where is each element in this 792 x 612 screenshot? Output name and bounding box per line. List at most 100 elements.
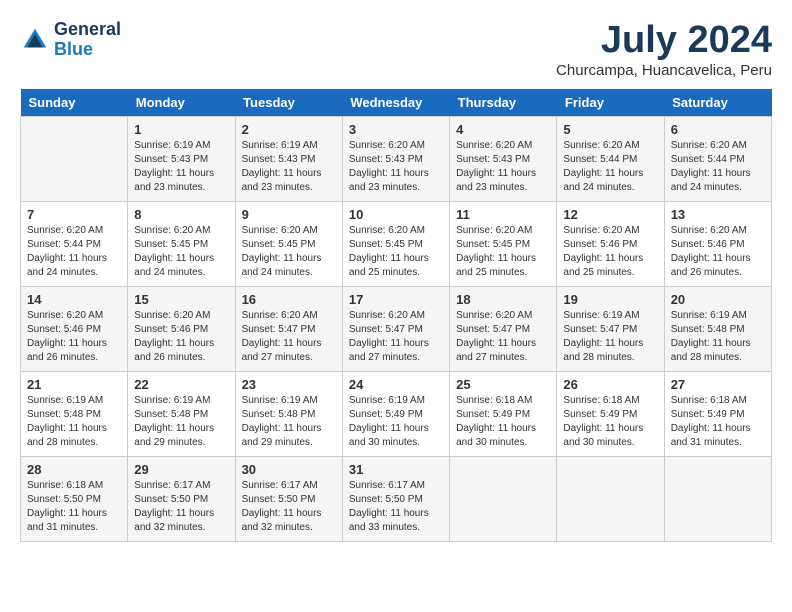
calendar-cell: 22 Sunrise: 6:19 AM Sunset: 5:48 PM Dayli… — [128, 371, 235, 456]
day-detail: Sunrise: 6:20 AM Sunset: 5:46 PM Dayligh… — [27, 309, 121, 365]
calendar-cell — [664, 456, 771, 541]
day-detail: Sunrise: 6:20 AM Sunset: 5:47 PM Dayligh… — [242, 309, 336, 365]
calendar-week-row: 1 Sunrise: 6:19 AM Sunset: 5:43 PM Daylig… — [21, 116, 772, 201]
day-detail: Sunrise: 6:20 AM Sunset: 5:43 PM Dayligh… — [456, 139, 550, 195]
day-number: 3 — [349, 122, 443, 137]
day-detail: Sunrise: 6:20 AM Sunset: 5:46 PM Dayligh… — [563, 224, 657, 280]
calendar-cell: 19Sunrise: 6:19 AM Sunset: 5:47 PM Dayli… — [557, 286, 664, 371]
day-number: 27 — [671, 377, 765, 392]
calendar-cell: 21 Sunrise: 6:19 AM Sunset: 5:48 PM Dayli… — [21, 371, 128, 456]
day-number: 18 — [456, 292, 550, 307]
day-number: 23 — [242, 377, 336, 392]
day-detail: Sunrise: 6:17 AM Sunset: 5:50 PM Dayligh… — [242, 479, 336, 535]
month-title: July 2024 — [556, 20, 772, 62]
calendar-cell: 20 Sunrise: 6:19 AM Sunset: 5:48 PM Dayli… — [664, 286, 771, 371]
calendar-cell — [21, 116, 128, 201]
day-detail: Sunrise: 6:19 AM Sunset: 5:43 PM Dayligh… — [134, 139, 228, 195]
day-detail: Sunrise: 6:20 AM Sunset: 5:45 PM Dayligh… — [349, 224, 443, 280]
calendar-cell: 23 Sunrise: 6:19 AM Sunset: 5:48 PM Dayli… — [235, 371, 342, 456]
day-detail: Sunrise: 6:20 AM Sunset: 5:45 PM Dayligh… — [456, 224, 550, 280]
calendar-cell: 4 Sunrise: 6:20 AM Sunset: 5:43 PM Daylig… — [450, 116, 557, 201]
day-detail: Sunrise: 6:17 AM Sunset: 5:50 PM Dayligh… — [134, 479, 228, 535]
calendar-cell: 11 Sunrise: 6:20 AM Sunset: 5:45 PM Dayli… — [450, 201, 557, 286]
day-number: 26 — [563, 377, 657, 392]
calendar-cell: 17Sunrise: 6:20 AM Sunset: 5:47 PM Dayli… — [342, 286, 449, 371]
day-number: 14 — [27, 292, 121, 307]
day-detail: Sunrise: 6:18 AM Sunset: 5:49 PM Dayligh… — [563, 394, 657, 450]
day-number: 20 — [671, 292, 765, 307]
day-number: 12 — [563, 207, 657, 222]
calendar-cell: 6Sunrise: 6:20 AM Sunset: 5:44 PM Daylig… — [664, 116, 771, 201]
weekday-header: Tuesday — [235, 89, 342, 117]
day-detail: Sunrise: 6:18 AM Sunset: 5:49 PM Dayligh… — [456, 394, 550, 450]
weekday-header: Sunday — [21, 89, 128, 117]
calendar-cell: 16 Sunrise: 6:20 AM Sunset: 5:47 PM Dayli… — [235, 286, 342, 371]
logo-line1: General — [54, 20, 121, 40]
page-header: General Blue July 2024 Churcampa, Huanca… — [20, 20, 772, 79]
day-number: 30 — [242, 462, 336, 477]
location: Churcampa, Huancavelica, Peru — [556, 62, 772, 79]
day-number: 15 — [134, 292, 228, 307]
day-number: 2 — [242, 122, 336, 137]
calendar-cell: 10 Sunrise: 6:20 AM Sunset: 5:45 PM Dayli… — [342, 201, 449, 286]
calendar-cell: 7 Sunrise: 6:20 AM Sunset: 5:44 PM Daylig… — [21, 201, 128, 286]
weekday-header-row: SundayMondayTuesdayWednesdayThursdayFrid… — [21, 89, 772, 117]
day-detail: Sunrise: 6:20 AM Sunset: 5:43 PM Dayligh… — [349, 139, 443, 195]
calendar-week-row: 14 Sunrise: 6:20 AM Sunset: 5:46 PM Dayli… — [21, 286, 772, 371]
day-number: 7 — [27, 207, 121, 222]
day-number: 10 — [349, 207, 443, 222]
weekday-header: Saturday — [664, 89, 771, 117]
day-number: 21 — [27, 377, 121, 392]
day-detail: Sunrise: 6:19 AM Sunset: 5:47 PM Dayligh… — [563, 309, 657, 365]
calendar-cell — [450, 456, 557, 541]
calendar-cell: 28 Sunrise: 6:18 AM Sunset: 5:50 PM Dayli… — [21, 456, 128, 541]
calendar-week-row: 28 Sunrise: 6:18 AM Sunset: 5:50 PM Dayli… — [21, 456, 772, 541]
calendar-cell: 24 Sunrise: 6:19 AM Sunset: 5:49 PM Dayli… — [342, 371, 449, 456]
calendar-cell: 14 Sunrise: 6:20 AM Sunset: 5:46 PM Dayli… — [21, 286, 128, 371]
day-number: 4 — [456, 122, 550, 137]
weekday-header: Wednesday — [342, 89, 449, 117]
calendar-cell: 2 Sunrise: 6:19 AM Sunset: 5:43 PM Daylig… — [235, 116, 342, 201]
day-number: 13 — [671, 207, 765, 222]
logo-text: General Blue — [54, 20, 121, 60]
calendar-week-row: 21 Sunrise: 6:19 AM Sunset: 5:48 PM Dayli… — [21, 371, 772, 456]
day-detail: Sunrise: 6:19 AM Sunset: 5:49 PM Dayligh… — [349, 394, 443, 450]
weekday-header: Monday — [128, 89, 235, 117]
calendar-cell: 8 Sunrise: 6:20 AM Sunset: 5:45 PM Daylig… — [128, 201, 235, 286]
day-number: 8 — [134, 207, 228, 222]
calendar-cell: 9Sunrise: 6:20 AM Sunset: 5:45 PM Daylig… — [235, 201, 342, 286]
day-detail: Sunrise: 6:20 AM Sunset: 5:47 PM Dayligh… — [456, 309, 550, 365]
logo: General Blue — [20, 20, 121, 60]
day-number: 1 — [134, 122, 228, 137]
weekday-header: Friday — [557, 89, 664, 117]
day-detail: Sunrise: 6:19 AM Sunset: 5:48 PM Dayligh… — [134, 394, 228, 450]
calendar-cell: 5Sunrise: 6:20 AM Sunset: 5:44 PM Daylig… — [557, 116, 664, 201]
day-detail: Sunrise: 6:19 AM Sunset: 5:48 PM Dayligh… — [242, 394, 336, 450]
day-number: 17 — [349, 292, 443, 307]
day-number: 31 — [349, 462, 443, 477]
day-number: 29 — [134, 462, 228, 477]
day-detail: Sunrise: 6:19 AM Sunset: 5:48 PM Dayligh… — [27, 394, 121, 450]
calendar-cell: 29 Sunrise: 6:17 AM Sunset: 5:50 PM Dayli… — [128, 456, 235, 541]
calendar-cell: 31 Sunrise: 6:17 AM Sunset: 5:50 PM Dayli… — [342, 456, 449, 541]
day-number: 28 — [27, 462, 121, 477]
logo-icon — [20, 25, 50, 55]
day-detail: Sunrise: 6:20 AM Sunset: 5:44 PM Dayligh… — [27, 224, 121, 280]
day-number: 22 — [134, 377, 228, 392]
day-detail: Sunrise: 6:18 AM Sunset: 5:50 PM Dayligh… — [27, 479, 121, 535]
calendar-week-row: 7 Sunrise: 6:20 AM Sunset: 5:44 PM Daylig… — [21, 201, 772, 286]
day-detail: Sunrise: 6:19 AM Sunset: 5:43 PM Dayligh… — [242, 139, 336, 195]
day-detail: Sunrise: 6:19 AM Sunset: 5:48 PM Dayligh… — [671, 309, 765, 365]
calendar-cell: 13Sunrise: 6:20 AM Sunset: 5:46 PM Dayli… — [664, 201, 771, 286]
day-number: 6 — [671, 122, 765, 137]
day-detail: Sunrise: 6:20 AM Sunset: 5:45 PM Dayligh… — [134, 224, 228, 280]
calendar-cell: 27Sunrise: 6:18 AM Sunset: 5:49 PM Dayli… — [664, 371, 771, 456]
calendar-cell: 26 Sunrise: 6:18 AM Sunset: 5:49 PM Dayli… — [557, 371, 664, 456]
calendar-cell: 12 Sunrise: 6:20 AM Sunset: 5:46 PM Dayli… — [557, 201, 664, 286]
day-number: 11 — [456, 207, 550, 222]
day-detail: Sunrise: 6:17 AM Sunset: 5:50 PM Dayligh… — [349, 479, 443, 535]
title-block: July 2024 Churcampa, Huancavelica, Peru — [556, 20, 772, 79]
day-number: 16 — [242, 292, 336, 307]
day-detail: Sunrise: 6:20 AM Sunset: 5:44 PM Dayligh… — [563, 139, 657, 195]
day-number: 24 — [349, 377, 443, 392]
